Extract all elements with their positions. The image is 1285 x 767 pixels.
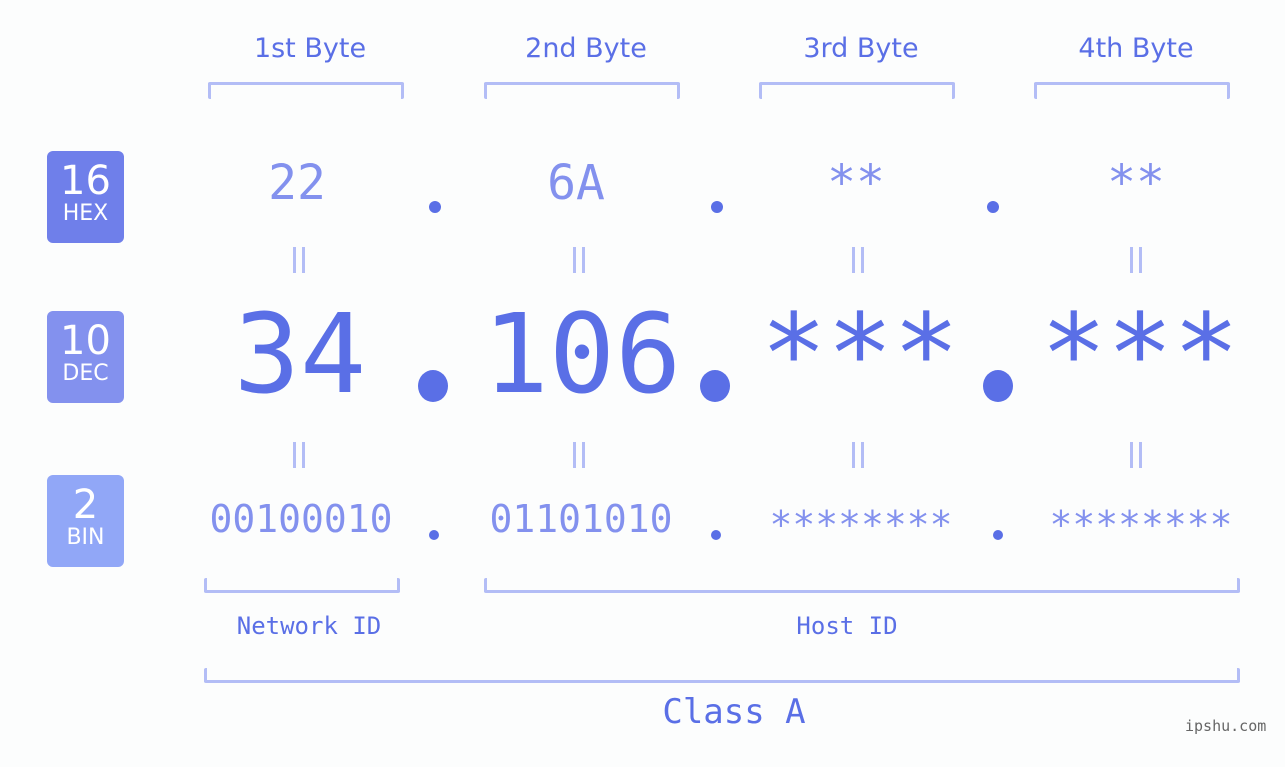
watermark: ipshu.com bbox=[1185, 717, 1267, 735]
hex-byte-4: ** bbox=[1107, 155, 1165, 211]
byte-bracket-4 bbox=[1034, 82, 1230, 99]
equals-icon bbox=[1130, 442, 1142, 468]
dec-badge-number: 10 bbox=[60, 318, 111, 364]
equals-icon bbox=[293, 442, 305, 468]
bin-separator-dot bbox=[993, 530, 1003, 540]
bin-badge: 2 BIN bbox=[47, 475, 124, 567]
equals-icon bbox=[573, 247, 585, 273]
bin-badge-number: 2 bbox=[72, 482, 99, 528]
hex-separator-dot bbox=[429, 201, 441, 213]
dec-badge: 10 DEC bbox=[47, 311, 124, 403]
hex-byte-1: 22 bbox=[268, 155, 326, 211]
class-bracket bbox=[204, 668, 1240, 683]
bin-separator-dot bbox=[429, 530, 439, 540]
hex-badge-number: 16 bbox=[60, 158, 111, 204]
dec-byte-3: *** bbox=[760, 290, 960, 418]
byte-label-3: 3rd Byte bbox=[803, 33, 919, 64]
host-id-bracket bbox=[484, 578, 1240, 593]
hex-byte-3: ** bbox=[827, 155, 885, 211]
bin-byte-1: 00100010 bbox=[209, 497, 393, 541]
bin-byte-3: ******** bbox=[769, 503, 953, 547]
hex-badge: 16 HEX bbox=[47, 151, 124, 243]
class-label: Class A bbox=[662, 692, 806, 732]
dec-separator-dot bbox=[983, 370, 1013, 402]
byte-label-2: 2nd Byte bbox=[525, 33, 647, 64]
equals-icon bbox=[852, 247, 864, 273]
bin-byte-4: ******** bbox=[1049, 503, 1233, 547]
equals-icon bbox=[293, 247, 305, 273]
byte-bracket-1 bbox=[208, 82, 404, 99]
equals-icon bbox=[1130, 247, 1142, 273]
hex-separator-dot bbox=[987, 201, 999, 213]
bin-byte-2: 01101010 bbox=[489, 497, 673, 541]
network-id-label: Network ID bbox=[236, 612, 382, 640]
host-id-label: Host ID bbox=[796, 612, 898, 640]
equals-icon bbox=[573, 442, 585, 468]
byte-bracket-3 bbox=[759, 82, 955, 99]
hex-byte-2: 6A bbox=[547, 155, 605, 211]
byte-bracket-2 bbox=[484, 82, 680, 99]
dec-byte-2: 106 bbox=[482, 290, 682, 418]
byte-label-4: 4th Byte bbox=[1078, 33, 1194, 64]
byte-label-1: 1st Byte bbox=[253, 33, 367, 64]
equals-icon bbox=[852, 442, 864, 468]
dec-byte-4: *** bbox=[1040, 290, 1240, 418]
dec-separator-dot bbox=[700, 370, 730, 402]
bin-badge-label: BIN bbox=[66, 525, 105, 550]
dec-separator-dot bbox=[418, 370, 448, 402]
dec-badge-label: DEC bbox=[62, 361, 109, 386]
dec-byte-1: 34 bbox=[233, 290, 367, 418]
hex-separator-dot bbox=[711, 201, 723, 213]
network-id-bracket bbox=[204, 578, 400, 593]
hex-badge-label: HEX bbox=[62, 201, 109, 226]
bin-separator-dot bbox=[711, 530, 721, 540]
